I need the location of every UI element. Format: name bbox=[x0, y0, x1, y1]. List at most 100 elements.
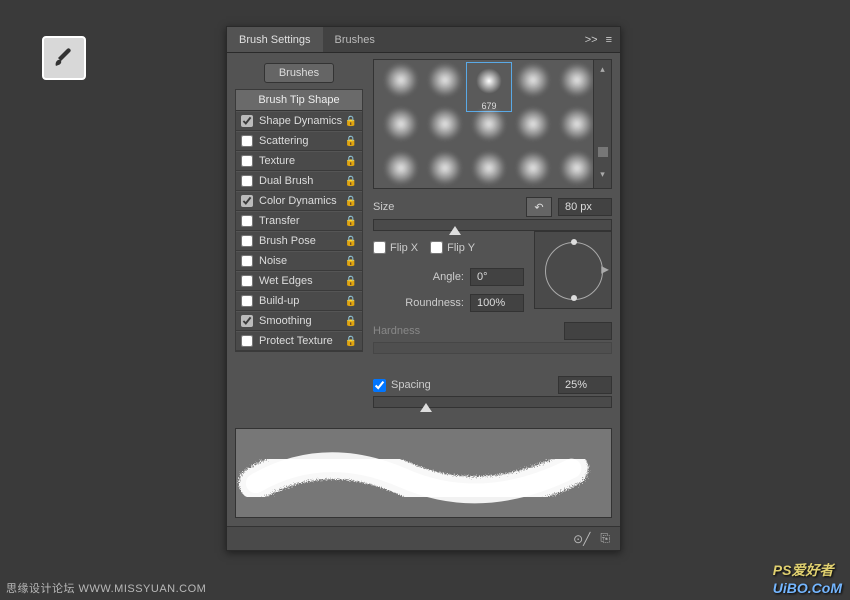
option-label: Smoothing bbox=[259, 315, 312, 327]
roundness-label: Roundness: bbox=[405, 297, 464, 309]
lock-icon[interactable]: 🔒 bbox=[345, 316, 357, 327]
option-checkbox[interactable] bbox=[241, 315, 253, 327]
brush-preset-cell[interactable] bbox=[422, 62, 468, 98]
option-label: Build-up bbox=[259, 295, 299, 307]
lock-icon[interactable]: 🔒 bbox=[345, 196, 357, 207]
scroll-up-icon[interactable]: ▴ bbox=[600, 64, 605, 75]
panel-header: Brush Settings Brushes >> ≡ bbox=[227, 27, 620, 53]
preview-toggle-icon[interactable]: ⊙╱ bbox=[573, 532, 590, 546]
option-checkbox[interactable] bbox=[241, 295, 253, 307]
watermark-right: PS爱好者 UiBO.CoM bbox=[773, 560, 842, 596]
lock-icon[interactable]: 🔒 bbox=[345, 176, 357, 187]
size-slider[interactable] bbox=[373, 219, 612, 231]
lock-icon[interactable]: 🔒 bbox=[345, 336, 357, 347]
brush-settings-panel: Brush Settings Brushes >> ≡ Brushes Brus… bbox=[226, 26, 621, 551]
brush-preset-cell[interactable] bbox=[554, 150, 593, 186]
angle-dial[interactable]: ▶ bbox=[534, 231, 612, 309]
brush-grid-scrollbar[interactable]: ▴ ▾ bbox=[593, 60, 611, 188]
scroll-thumb[interactable] bbox=[598, 147, 608, 157]
flip-x-checkbox[interactable]: Flip X bbox=[373, 241, 418, 254]
lock-icon[interactable]: 🔒 bbox=[345, 116, 357, 127]
option-label: Transfer bbox=[259, 215, 300, 227]
brush-preset-cell[interactable] bbox=[378, 106, 424, 142]
lock-icon[interactable]: 🔒 bbox=[345, 136, 357, 147]
angle-dial-arrow-icon: ▶ bbox=[601, 265, 609, 276]
option-protect-texture[interactable]: Protect Texture🔒 bbox=[236, 331, 362, 351]
option-checkbox[interactable] bbox=[241, 115, 253, 127]
panel-footer: ⊙╱ ⎘ bbox=[227, 526, 620, 550]
option-label: Wet Edges bbox=[259, 275, 313, 287]
option-smoothing[interactable]: Smoothing 🔒 bbox=[236, 311, 362, 331]
option-label: Shape Dynamics bbox=[259, 115, 342, 127]
option-color-dynamics[interactable]: Color Dynamics 🔒 bbox=[236, 191, 362, 211]
brush-preset-cell[interactable] bbox=[422, 150, 468, 186]
brush-tip-shape-header[interactable]: Brush Tip Shape bbox=[236, 90, 362, 111]
brush-preset-cell[interactable] bbox=[554, 106, 593, 142]
brush-preset-cell[interactable] bbox=[510, 62, 556, 98]
option-checkbox[interactable] bbox=[241, 155, 253, 167]
option-shape-dynamics[interactable]: Shape Dynamics🔒 bbox=[236, 111, 362, 131]
angle-dial-top-handle[interactable] bbox=[571, 239, 577, 245]
option-transfer[interactable]: Transfer 🔒 bbox=[236, 211, 362, 231]
size-input[interactable] bbox=[558, 198, 612, 216]
lock-icon[interactable]: 🔒 bbox=[345, 236, 357, 247]
brush-tool-button[interactable] bbox=[42, 36, 86, 80]
option-checkbox[interactable] bbox=[241, 335, 253, 347]
option-checkbox[interactable] bbox=[241, 275, 253, 287]
spacing-input[interactable] bbox=[558, 376, 612, 394]
option-brush-pose[interactable]: Brush Pose🔒 bbox=[236, 231, 362, 251]
scroll-down-icon[interactable]: ▾ bbox=[600, 169, 605, 180]
option-dual-brush[interactable]: Dual Brush 🔒 bbox=[236, 171, 362, 191]
option-wet-edges[interactable]: Wet Edges 🔒 bbox=[236, 271, 362, 291]
collapse-icon[interactable]: >> bbox=[585, 34, 598, 46]
flip-y-checkbox[interactable]: Flip Y bbox=[430, 241, 475, 254]
spacing-checkbox[interactable]: Spacing bbox=[373, 379, 431, 392]
brush-stroke-preview bbox=[235, 428, 612, 518]
option-scattering[interactable]: Scattering 🔒 bbox=[236, 131, 362, 151]
option-label: Color Dynamics bbox=[259, 195, 337, 207]
angle-input[interactable] bbox=[470, 268, 524, 286]
spacing-slider-handle[interactable] bbox=[420, 403, 432, 412]
lock-icon[interactable]: 🔒 bbox=[345, 216, 357, 227]
option-checkbox[interactable] bbox=[241, 175, 253, 187]
watermark-left: 思缘设计论坛 WWW.MISSYUAN.COM bbox=[6, 580, 206, 596]
brush-preset-cell[interactable]: 679 bbox=[466, 62, 512, 112]
brush-preset-cell[interactable] bbox=[510, 150, 556, 186]
brush-preset-cell[interactable] bbox=[466, 106, 512, 142]
option-checkbox[interactable] bbox=[241, 235, 253, 247]
brushes-button[interactable]: Brushes bbox=[264, 63, 334, 83]
angle-dial-bottom-handle[interactable] bbox=[571, 295, 577, 301]
brush-preset-cell[interactable] bbox=[422, 106, 468, 142]
panel-menu-icon[interactable]: ≡ bbox=[606, 34, 612, 46]
brush-preset-cell[interactable] bbox=[510, 106, 556, 142]
option-noise[interactable]: Noise🔒 bbox=[236, 251, 362, 271]
roundness-input[interactable] bbox=[470, 294, 524, 312]
option-checkbox[interactable] bbox=[241, 135, 253, 147]
brush-preset-cell[interactable] bbox=[378, 150, 424, 186]
brush-preset-cell[interactable] bbox=[554, 62, 593, 98]
lock-icon[interactable]: 🔒 bbox=[345, 156, 357, 167]
size-slider-handle[interactable] bbox=[449, 226, 461, 235]
reset-size-button[interactable]: ↶ bbox=[526, 197, 552, 217]
tab-brush-settings[interactable]: Brush Settings bbox=[227, 27, 323, 52]
lock-icon[interactable]: 🔒 bbox=[345, 276, 357, 287]
brush-preset-cell[interactable] bbox=[378, 62, 424, 98]
brush-icon bbox=[52, 46, 76, 70]
option-build-up[interactable]: Build-up 🔒 bbox=[236, 291, 362, 311]
brush-options-list: Brush Tip Shape Shape Dynamics🔒Scatterin… bbox=[235, 89, 363, 352]
option-label: Dual Brush bbox=[259, 175, 313, 187]
tab-brushes[interactable]: Brushes bbox=[323, 27, 387, 52]
new-preset-icon[interactable]: ⎘ bbox=[600, 531, 610, 546]
lock-icon[interactable]: 🔒 bbox=[345, 296, 357, 307]
option-checkbox[interactable] bbox=[241, 255, 253, 267]
option-checkbox[interactable] bbox=[241, 195, 253, 207]
option-checkbox[interactable] bbox=[241, 215, 253, 227]
lock-icon[interactable]: 🔒 bbox=[345, 256, 357, 267]
option-label: Scattering bbox=[259, 135, 309, 147]
angle-label: Angle: bbox=[433, 271, 464, 283]
brush-preset-grid[interactable]: 679 ▴ ▾ bbox=[373, 59, 612, 189]
spacing-slider[interactable] bbox=[373, 396, 612, 408]
brush-preset-cell[interactable] bbox=[466, 150, 512, 186]
option-texture[interactable]: Texture🔒 bbox=[236, 151, 362, 171]
hardness-label: Hardness bbox=[373, 325, 420, 337]
